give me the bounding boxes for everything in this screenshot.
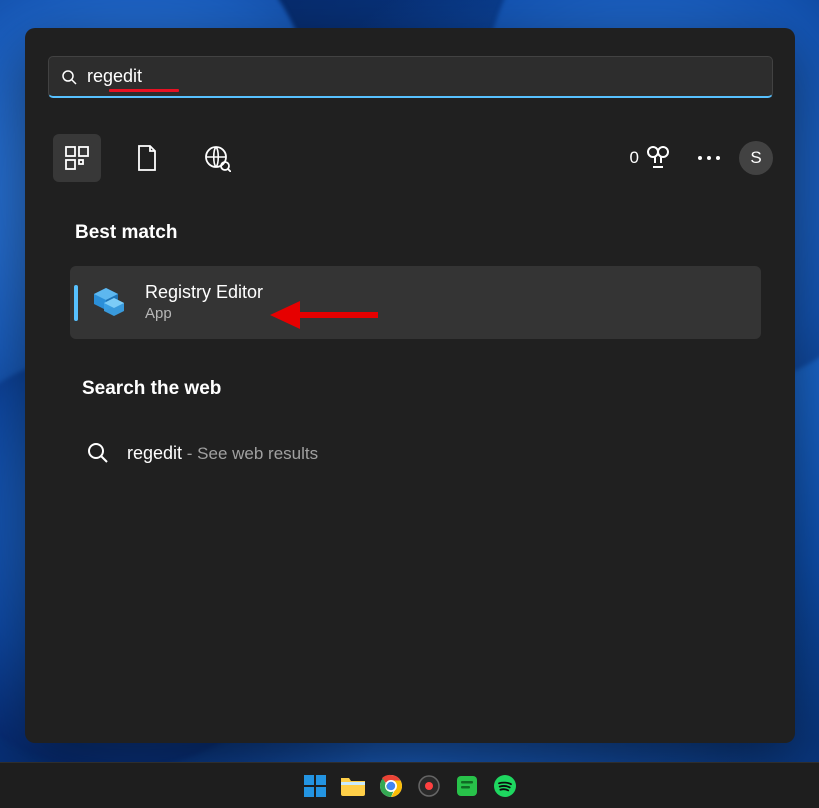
rewards-badge-button[interactable]: 0 — [630, 145, 671, 171]
result-texts: Registry Editor App — [145, 281, 263, 324]
search-input[interactable] — [77, 66, 760, 87]
filter-web-icon[interactable] — [193, 134, 241, 182]
result-subtitle: App — [145, 305, 263, 324]
web-suffix: - See web results — [182, 444, 318, 463]
registry-editor-icon — [93, 286, 127, 320]
filter-apps-icon[interactable] — [53, 134, 101, 182]
more-options-button[interactable] — [689, 138, 729, 178]
search-icon — [87, 442, 109, 464]
spellcheck-underline — [109, 89, 179, 92]
taskbar-app-1[interactable] — [415, 772, 443, 800]
web-query: regedit — [127, 443, 182, 463]
taskbar-app-2[interactable] — [453, 772, 481, 800]
taskbar-spotify[interactable] — [491, 772, 519, 800]
taskbar-file-explorer[interactable] — [339, 772, 367, 800]
avatar-initial: S — [750, 148, 761, 168]
user-avatar[interactable]: S — [739, 141, 773, 175]
filter-documents-icon[interactable] — [123, 134, 171, 182]
web-result-text: regedit - See web results — [127, 443, 318, 464]
start-button[interactable] — [301, 772, 329, 800]
rewards-count: 0 — [630, 148, 639, 168]
result-registry-editor[interactable]: Registry Editor App — [70, 266, 761, 339]
taskbar-chrome[interactable] — [377, 772, 405, 800]
best-match-header: Best match — [75, 222, 177, 244]
taskbar — [0, 762, 819, 808]
search-panel: 0 S Best match — [25, 28, 795, 743]
search-box[interactable] — [48, 56, 773, 98]
web-result-row[interactable]: regedit - See web results — [87, 428, 318, 478]
result-title: Registry Editor — [145, 281, 263, 304]
trophy-icon — [645, 145, 671, 171]
search-web-header: Search the web — [82, 378, 221, 400]
selection-indicator — [74, 285, 78, 321]
search-icon — [61, 69, 77, 85]
filter-row: 0 S — [53, 128, 773, 188]
